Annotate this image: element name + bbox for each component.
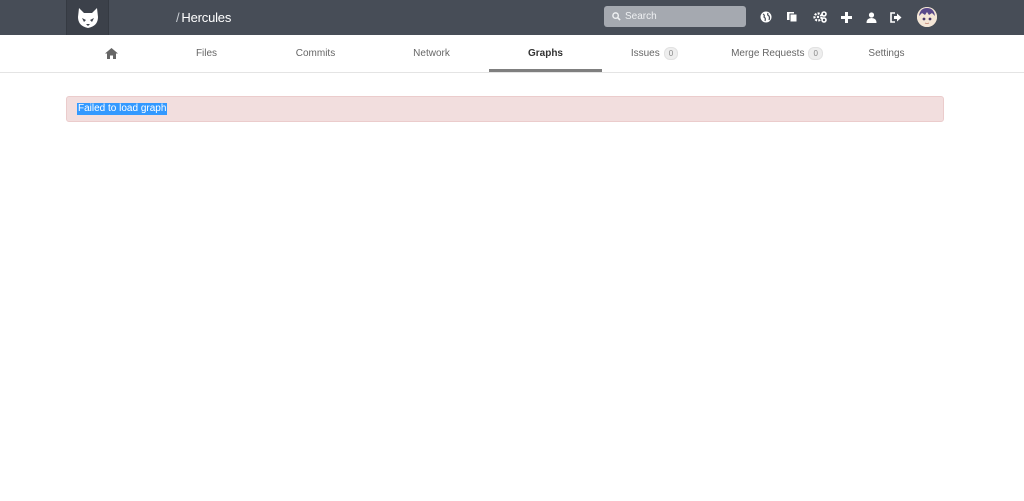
search-icon: [612, 12, 621, 21]
tab-network[interactable]: Network: [375, 35, 488, 72]
avatar[interactable]: [917, 7, 937, 27]
tab-files[interactable]: Files: [150, 35, 263, 72]
profile-settings-button[interactable]: [863, 9, 879, 25]
title-separator: /: [176, 10, 180, 25]
plus-icon: [840, 11, 852, 23]
tab-settings[interactable]: Settings: [830, 35, 943, 72]
error-message: Failed to load graph: [77, 103, 168, 115]
new-project-button[interactable]: [838, 9, 854, 25]
sign-out-icon: [890, 11, 902, 23]
tab-files-label: Files: [195, 48, 218, 59]
sign-out-button[interactable]: [888, 9, 904, 25]
explore-button[interactable]: [758, 9, 774, 25]
issues-count-badge: 0: [663, 47, 679, 60]
home-icon: [105, 48, 118, 59]
gitlab-logo-link[interactable]: [66, 0, 109, 35]
tab-settings-label: Settings: [868, 48, 905, 59]
gears-icon: [813, 11, 827, 23]
copy-icon: [787, 12, 798, 23]
tab-merge-requests[interactable]: Merge Requests 0: [712, 35, 842, 72]
search-input[interactable]: [621, 11, 735, 22]
project-title[interactable]: / Hercules: [176, 0, 231, 35]
top-header: / Hercules: [0, 0, 1024, 35]
admin-area-button[interactable]: [812, 9, 828, 25]
tab-merge-requests-label: Merge Requests: [731, 48, 805, 59]
user-icon: [866, 11, 876, 23]
tab-commits-label: Commits: [295, 48, 336, 59]
logo-icon: [77, 7, 98, 28]
tab-commits[interactable]: Commits: [259, 35, 372, 72]
globe-icon: [760, 11, 772, 23]
error-alert: Failed to load graph: [66, 96, 944, 122]
project-name: Hercules: [181, 10, 232, 25]
merge-requests-count-badge: 0: [808, 47, 823, 60]
snippets-button[interactable]: [784, 9, 800, 25]
project-nav: Files Commits Network Graphs Issues 0 Me…: [0, 35, 1024, 73]
tab-issues-label: Issues: [630, 48, 660, 59]
avatar-image: [917, 7, 937, 27]
search-box[interactable]: [604, 6, 746, 27]
tab-graphs[interactable]: Graphs: [489, 35, 602, 72]
tab-issues[interactable]: Issues 0: [598, 35, 711, 72]
tab-graphs-label: Graphs: [527, 48, 563, 59]
tab-network-label: Network: [413, 48, 450, 59]
